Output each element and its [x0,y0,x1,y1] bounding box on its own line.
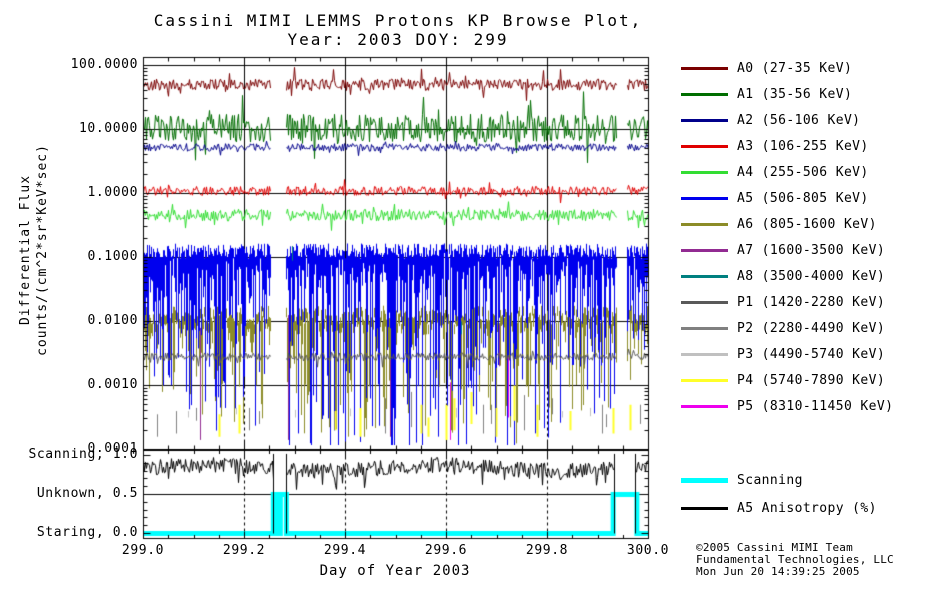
copyright-line3: Mon Jun 20 14:39:25 2005 [696,565,860,578]
legend-swatch [681,66,728,70]
state-tick-label: Staring, 0.0 [36,525,138,540]
legend-swatch [681,404,728,408]
legend-swatch [681,196,728,200]
legend-swatch [681,326,728,330]
legend-item: P4 (5740-7890 KeV) [681,370,885,390]
state-legend-item-label: A5 Anisotropy (%) [737,500,877,516]
legend-item: A4 (255-506 KeV) [681,162,869,182]
legend-item: A5 (506-805 KeV) [681,188,869,208]
legend-item: A2 (56-106 KeV) [681,110,860,130]
legend-item-label: A3 (106-255 KeV) [737,138,869,154]
legend-item: A7 (1600-3500 KeV) [681,240,885,260]
legend-item-label: P1 (1420-2280 KeV) [737,294,886,310]
legend-swatch [681,144,728,148]
legend-item: A8 (3500-4000 KeV) [681,266,885,286]
x-tick-label: 299.2 [222,543,266,558]
legend-item-label: A0 (27-35 KeV) [737,60,853,76]
y-tick-label: 10.0000 [79,121,138,136]
legend-item-label: A6 (805-1600 KeV) [737,216,877,232]
legend-swatch [681,477,728,483]
state-tick-label: Unknown, 0.5 [36,486,138,501]
y-tick-label: 1.0000 [87,185,138,200]
x-tick-label: 299.8 [525,543,569,558]
x-tick-label: 300.0 [626,543,670,558]
page-title-line1: Cassini MIMI LEMMS Protons KP Browse Plo… [153,11,643,30]
state-legend-item: A5 Anisotropy (%) [681,498,877,518]
legend-swatch [681,118,728,122]
y-tick-label: 0.0010 [87,377,138,392]
y-tick-label: 100.0000 [70,57,138,72]
legend-item-label: A5 (506-805 KeV) [737,190,869,206]
legend-item: P1 (1420-2280 KeV) [681,292,885,312]
legend-swatch [681,222,728,226]
x-tick-label: 299.6 [424,543,468,558]
legend-swatch [681,506,728,510]
kp-browse-plot-page: Cassini MIMI LEMMS Protons KP Browse Plo… [0,0,950,600]
legend-swatch [681,378,728,382]
legend-swatch [681,248,728,252]
legend-item-label: A2 (56-106 KeV) [737,112,861,128]
x-tick-label: 299.4 [323,543,367,558]
state-tick-label: Scanning, 1.0 [28,447,138,462]
legend-item-label: P3 (4490-5740 KeV) [737,346,886,362]
x-tick-label: 299.0 [121,543,165,558]
legend-swatch [681,300,728,304]
y-tick-label: 0.1000 [87,249,138,264]
legend-swatch [681,170,728,174]
y-tick-label: 0.0100 [87,313,138,328]
legend-item: P3 (4490-5740 KeV) [681,344,885,364]
legend-item: A0 (27-35 KeV) [681,58,852,78]
page-title-line2: Year: 2003 DOY: 299 [287,30,509,49]
legend-swatch [681,274,728,278]
state-legend-item-label: Scanning [737,472,803,488]
x-axis-label: Day of Year 2003 [319,563,471,579]
legend-item-label: A1 (35-56 KeV) [737,86,853,102]
legend-swatch [681,352,728,356]
legend-item: A1 (35-56 KeV) [681,84,852,104]
legend-item-label: P4 (5740-7890 KeV) [737,372,886,388]
legend-item-label: A8 (3500-4000 KeV) [737,268,886,284]
legend-item: P2 (2280-4490 KeV) [681,318,885,338]
legend-item: A3 (106-255 KeV) [681,136,869,156]
legend-item: A6 (805-1600 KeV) [681,214,877,234]
legend-item-label: A4 (255-506 KeV) [737,164,869,180]
legend-swatch [681,92,728,96]
legend-item-label: P2 (2280-4490 KeV) [737,320,886,336]
state-legend-item: Scanning [681,470,803,490]
legend-item: P5 (8310-11450 KeV) [681,396,893,416]
legend-item-label: P5 (8310-11450 KeV) [737,398,894,414]
legend-item-label: A7 (1600-3500 KeV) [737,242,886,258]
